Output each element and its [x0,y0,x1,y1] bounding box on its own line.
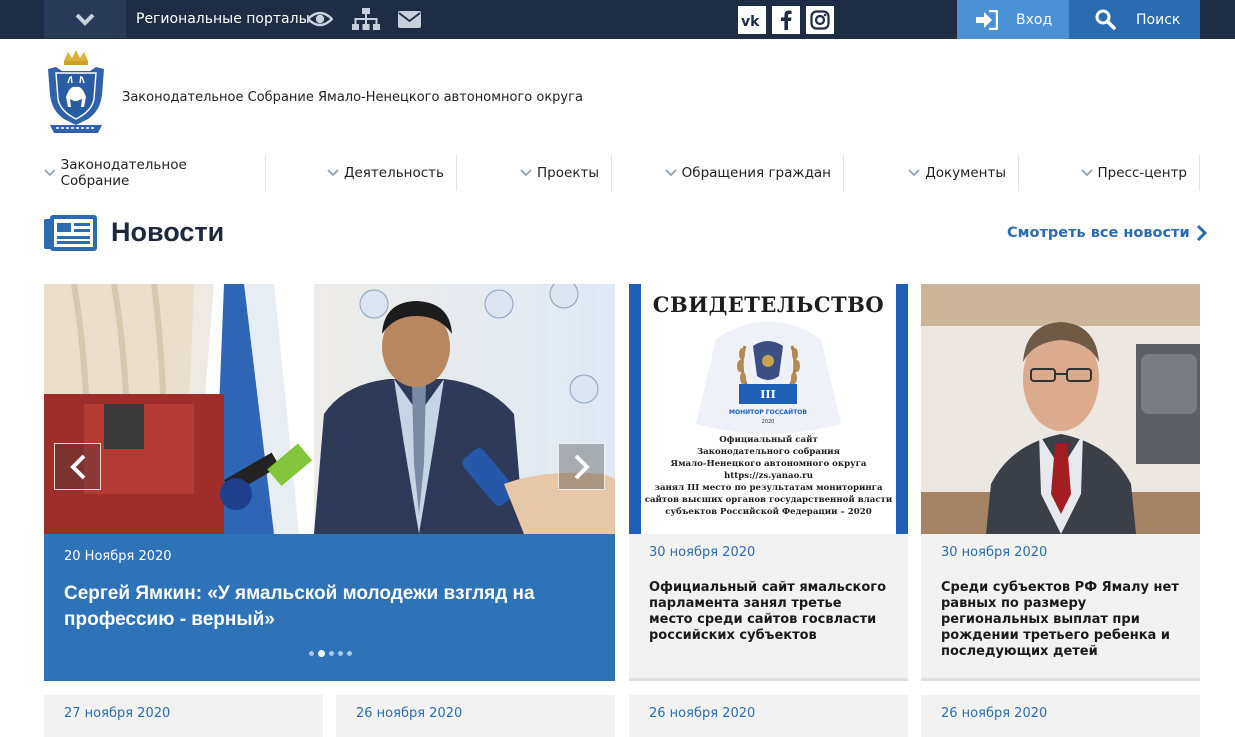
card-title[interactable]: Среди субъектов РФ Ямалу нет равных по р… [941,580,1181,660]
news-section-title: Новости [111,217,225,247]
svg-text:vk: vk [741,14,760,27]
slider-dot[interactable] [309,651,314,656]
nav-item-documents[interactable]: Документы [844,155,1019,191]
nav-label: Документы [925,165,1006,181]
mail-icon[interactable] [398,8,421,30]
nav-item-activity[interactable]: Деятельность [266,155,457,191]
sign-in-icon [976,9,998,30]
slider-dot[interactable] [329,651,334,656]
card-date: 26 ноября 2020 [649,706,756,721]
news-card[interactable]: 30 ноября 2020 Среди субъектов РФ Ямалу … [921,284,1200,681]
sitemap-icon[interactable] [352,8,380,30]
news-slider[interactable]: 20 Ноября 2020 Сергей Ямкин: «У ямальско… [44,284,615,681]
yanao-emblem-logo[interactable] [44,49,108,135]
newspaper-icon [44,215,97,255]
cert-line: Официальный сайт [719,435,818,445]
view-all-news-link[interactable]: Смотреть все новости [1007,224,1207,242]
chevron-down-icon [75,13,95,26]
slider-next-button[interactable] [558,443,605,490]
nav-item-legislative-assembly[interactable]: Законодательное Собрание [44,155,266,191]
cert-badge-label: МОНИТОР ГОССАЙТОВ [729,408,807,416]
slider-dot-active[interactable] [318,650,325,657]
slider-prev-button[interactable] [54,443,101,490]
cert-line: субъектов Российской Федерации – 2020 [665,507,872,517]
nav-item-press-center[interactable]: Пресс-центр [1019,155,1200,191]
eye-icon[interactable] [307,8,333,30]
news-card[interactable]: 26 ноября 2020 [336,695,615,737]
chevron-left-icon [69,454,85,479]
news-card[interactable]: 26 ноября 2020 [629,695,908,737]
slider-dot[interactable] [347,651,352,656]
cert-line: Ямало-Ненецкого автономного округа [670,459,867,469]
certificate-text: Официальный сайт Законодательного собран… [629,434,908,518]
cert-line: https://zs.yanao.ru [724,471,813,481]
top-bar: Региональные порталы vk Вход Поиск [0,0,1235,39]
regional-portals-link[interactable]: Региональные порталы [136,11,310,27]
chevron-right-icon [1196,224,1207,242]
card-date: 30 ноября 2020 [649,545,756,560]
news-card[interactable]: III МОНИТОР ГОССАЙТОВ 2020 СВИДЕТЕЛЬСТВО… [629,284,908,681]
chevron-down-icon [520,169,532,177]
cert-line: сайтов высших органов государственной вл… [644,495,893,505]
nav-item-citizen-appeals[interactable]: Обращения граждан [612,155,844,191]
news-card[interactable]: 26 ноября 2020 [921,695,1200,737]
cert-badge-year: 2020 [762,419,775,425]
slide-title[interactable]: Сергей Ямкин: «У ямальской молодежи взгл… [64,581,594,633]
slider-dot[interactable] [338,651,343,656]
login-button[interactable]: Вход [957,0,1069,39]
nav-label: Обращения граждан [681,165,831,181]
chevron-down-icon [44,169,56,177]
nav-item-projects[interactable]: Проекты [457,155,612,191]
search-icon [1095,9,1116,30]
organization-title[interactable]: Законодательное Собрание Ямало-Ненецкого… [122,90,583,105]
slide-photo[interactable] [44,284,615,534]
nav-label: Деятельность [343,165,444,181]
card-title[interactable]: Официальный сайт ямальского парламента з… [649,580,889,644]
search-button[interactable]: Поиск [1069,0,1200,39]
cert-line: Законодательного собрания [696,447,840,457]
card-date: 26 ноября 2020 [356,706,463,721]
chevron-right-icon [574,454,590,479]
chevron-down-icon [327,169,339,177]
search-label: Поиск [1136,11,1181,28]
card-image-portrait[interactable] [921,284,1200,534]
slider-dots [309,650,352,657]
instagram-icon[interactable] [806,6,834,34]
chevron-down-icon [664,169,677,177]
view-all-news-label: Смотреть все новости [1007,225,1190,241]
cert-line: занял III место по результатам мониторин… [654,483,883,493]
card-date: 26 ноября 2020 [941,706,1048,721]
slide-date: 20 Ноября 2020 [64,549,172,564]
card-date: 30 ноября 2020 [941,545,1048,560]
facebook-icon[interactable] [772,6,800,34]
login-label: Вход [1016,11,1053,28]
card-date: 27 ноября 2020 [64,706,171,721]
cert-badge-number: III [760,388,775,401]
chevron-down-icon [1080,169,1093,177]
vk-icon[interactable]: vk [738,6,766,34]
nav-label: Пресс-центр [1097,165,1188,181]
nav-label: Законодательное Собрание [60,157,187,189]
chevron-down-icon [908,169,920,177]
main-nav: Законодательное Собрание Деятельность Пр… [44,155,1200,191]
news-card[interactable]: 27 ноября 2020 [44,695,323,737]
certificate-title: СВИДЕТЕЛЬСТВО [652,292,885,317]
card-image-certificate[interactable]: III МОНИТОР ГОССАЙТОВ 2020 СВИДЕТЕЛЬСТВО… [629,284,908,534]
nav-label: Проекты [537,165,599,181]
regional-dropdown-toggle[interactable] [44,0,126,38]
